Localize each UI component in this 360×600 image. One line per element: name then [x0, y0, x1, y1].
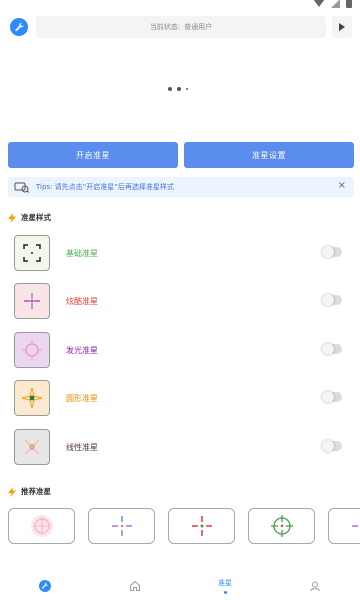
style-label: 圆形准星 [66, 393, 98, 403]
toggle-knob [322, 440, 334, 452]
close-icon[interactable]: × [338, 180, 346, 191]
tab-tools[interactable] [0, 572, 90, 600]
style-label: 基础准星 [66, 248, 98, 258]
pager-dot [186, 88, 188, 90]
pink-circle-crosshair-icon [30, 515, 53, 537]
circle-crosshair-thumbnail [14, 380, 50, 416]
cool-crosshair-thumbnail [14, 283, 50, 319]
top-bar: 当前状态: 普通用户 [10, 16, 352, 38]
pager-dot [168, 87, 172, 91]
toggle-knob [322, 246, 334, 258]
app-logo[interactable] [10, 18, 28, 36]
style-row-basic[interactable]: 基础准星 [14, 235, 346, 271]
style-toggle[interactable] [322, 391, 342, 403]
lightning-icon [8, 486, 16, 497]
toggle-knob [322, 294, 334, 306]
circle-crosshair-icon [21, 387, 43, 409]
tab-crosshair[interactable]: 准星 [180, 572, 270, 600]
recommended-list [8, 508, 360, 544]
wrench-icon [14, 22, 24, 31]
blue-cross-crosshair-icon [111, 516, 132, 536]
tab-profile[interactable] [270, 572, 360, 600]
bottom-tab-bar: 准星 [0, 572, 360, 600]
play-button[interactable] [332, 16, 352, 38]
tips-banner: Tips: 请先点击“开启准星”后再选择准星样式 × [8, 177, 354, 197]
crosshair-settings-button[interactable]: 准星设置 [184, 142, 354, 168]
status-value: 普通用户 [184, 23, 213, 31]
pager-dot-active [177, 87, 181, 91]
style-toggle[interactable] [322, 246, 342, 258]
signal-icon [331, 0, 340, 8]
tips-icon [14, 182, 30, 193]
recommended-item[interactable] [248, 508, 315, 544]
recommend-section-title: 推荐准星 [8, 486, 51, 497]
basic-crosshair-icon [23, 244, 41, 262]
purple-cross-crosshair-icon [351, 525, 358, 527]
recommended-item[interactable] [88, 508, 155, 544]
styles-section-title: 准星样式 [8, 212, 51, 223]
tab-home[interactable] [90, 572, 180, 600]
style-row-glow[interactable]: 发光准星 [14, 332, 346, 368]
style-label: 线性准星 [66, 442, 98, 452]
basic-crosshair-thumbnail [14, 235, 50, 271]
linear-crosshair-thumbnail [14, 429, 50, 465]
wrench-icon [39, 580, 51, 592]
toggle-knob [322, 391, 334, 403]
tips-text: Tips: 请先点击“开启准星”后再选择准星样式 [36, 183, 174, 191]
active-tab-indicator [223, 591, 227, 594]
recommended-item[interactable] [328, 508, 360, 544]
tab-crosshair-label: 准星 [218, 579, 232, 587]
glow-crosshair-thumbnail [14, 332, 50, 368]
cool-crosshair-icon [24, 293, 40, 309]
style-row-cool[interactable]: 炫酷准星 [14, 283, 346, 319]
style-row-linear[interactable]: 线性准星 [14, 429, 346, 465]
open-crosshair-button[interactable]: 开启准星 [8, 142, 178, 168]
style-label: 发光准星 [66, 345, 98, 355]
recommended-item[interactable] [8, 508, 75, 544]
system-status-bar [0, 0, 360, 10]
toggle-knob [322, 343, 334, 355]
action-buttons: 开启准星 准星设置 [8, 142, 354, 168]
user-icon [310, 581, 320, 592]
green-target-crosshair-icon [270, 515, 293, 537]
style-toggle[interactable] [322, 440, 342, 452]
pager-indicator [168, 87, 188, 91]
recommended-item[interactable] [168, 508, 235, 544]
lightning-icon [8, 212, 16, 223]
style-toggle[interactable] [322, 343, 342, 355]
style-label: 炫酷准星 [66, 296, 98, 306]
wifi-icon [313, 0, 325, 7]
style-toggle[interactable] [322, 294, 342, 306]
status-label: 当前状态: [149, 23, 181, 31]
home-icon [130, 581, 140, 591]
battery-icon [346, 0, 352, 8]
style-row-circle[interactable]: 圆形准星 [14, 380, 346, 416]
glow-crosshair-icon [22, 340, 42, 360]
user-status-field: 当前状态: 普通用户 [36, 16, 326, 38]
red-cross-crosshair-icon [191, 516, 212, 536]
play-icon [339, 23, 345, 31]
linear-crosshair-icon [24, 439, 40, 455]
